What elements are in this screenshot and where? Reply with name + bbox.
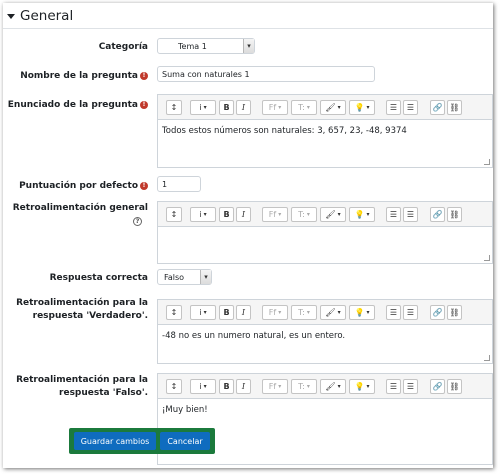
font-color-icon[interactable]: 🖌 ▾: [320, 207, 346, 222]
bullet-list-icon[interactable]: ☰: [386, 100, 401, 115]
resize-handle-icon[interactable]: [484, 255, 490, 261]
section-divider: [3, 28, 493, 29]
chevron-down-icon: ▾: [243, 39, 254, 53]
unlink-icon[interactable]: ⛓: [447, 100, 462, 115]
editor-content[interactable]: -48 no es un numero natural, es un enter…: [158, 325, 492, 347]
highlight-icon[interactable]: 💡 ▾: [349, 100, 375, 115]
bullet-list-icon[interactable]: ☰: [386, 305, 401, 320]
font-family-icon[interactable]: Ff ▾: [262, 305, 288, 320]
feedback-true-editor[interactable]: ↕ i ▾ B I Ff ▾ T: ▾ 🖌 ▾ 💡 ▾ ☰ ☰ 🔗 ⛓ -48 no es…: [157, 299, 493, 364]
action-buttons-highlight: Guardar cambios Cancelar: [69, 428, 215, 454]
font-family-icon[interactable]: Ff ▾: [262, 207, 288, 222]
bold-icon[interactable]: B: [219, 100, 234, 115]
numbered-list-icon[interactable]: ☰: [403, 207, 418, 222]
numbered-list-icon[interactable]: ☰: [403, 379, 418, 394]
link-icon[interactable]: 🔗: [430, 379, 445, 394]
info-icon[interactable]: i ▾: [190, 305, 216, 320]
required-icon: !: [140, 71, 148, 80]
font-color-icon[interactable]: 🖌 ▾: [320, 100, 346, 115]
save-button[interactable]: Guardar cambios: [74, 432, 156, 450]
collapse-icon[interactable]: ↕: [166, 100, 182, 115]
help-icon[interactable]: ?: [133, 217, 142, 226]
font-color-icon[interactable]: 🖌 ▾: [320, 305, 346, 320]
correct-answer-label: Respuesta correcta: [49, 273, 148, 283]
collapse-icon[interactable]: ↕: [166, 207, 182, 222]
font-size-icon[interactable]: T: ▾: [291, 207, 317, 222]
font-size-icon[interactable]: T: ▾: [291, 305, 317, 320]
category-label: Categoría: [98, 42, 148, 52]
editor-content[interactable]: [158, 227, 492, 239]
link-icon[interactable]: 🔗: [430, 305, 445, 320]
editor-toolbar: ↕ i ▾ B I Ff ▾ T: ▾ 🖌 ▾ 💡 ▾ ☰ ☰ 🔗 ⛓: [158, 202, 492, 227]
bold-icon[interactable]: B: [219, 379, 234, 394]
general-feedback-editor[interactable]: ↕ i ▾ B I Ff ▾ T: ▾ 🖌 ▾ 💡 ▾ ☰ ☰ 🔗 ⛓: [157, 201, 493, 264]
correct-answer-select[interactable]: Falso ▾: [157, 269, 212, 285]
default-mark-label: Puntuación por defecto!: [19, 180, 148, 193]
form-panel: General Categoría Tema 1 ▾ Nombre de la …: [3, 3, 493, 468]
unlink-icon[interactable]: ⛓: [447, 305, 462, 320]
italic-icon[interactable]: I: [236, 379, 251, 394]
category-value: Tema 1: [178, 41, 207, 51]
category-select[interactable]: Tema 1 ▾: [157, 38, 255, 54]
font-color-icon[interactable]: 🖌 ▾: [320, 379, 346, 394]
default-mark-input[interactable]: 1: [157, 176, 201, 192]
required-icon: !: [140, 181, 148, 190]
link-icon[interactable]: 🔗: [430, 100, 445, 115]
section-title: General: [20, 8, 74, 24]
editor-content[interactable]: Todos estos números son naturales: 3, 65…: [158, 120, 492, 142]
feedback-true-label: Retroalimentación para la respuesta 'Verd…: [16, 298, 148, 321]
collapse-icon[interactable]: ↕: [166, 305, 182, 320]
italic-icon[interactable]: I: [236, 100, 251, 115]
general-feedback-label: Retroalimentación general: [12, 203, 148, 213]
collapse-caret-icon[interactable]: [7, 13, 15, 19]
question-text-editor[interactable]: ↕ i ▾ B I Ff ▾ T: ▾ 🖌 ▾ 💡 ▾ ☰ ☰ 🔗 ⛓ Todos est…: [157, 94, 493, 168]
italic-icon[interactable]: I: [236, 207, 251, 222]
unlink-icon[interactable]: ⛓: [447, 379, 462, 394]
correct-answer-value: Falso: [164, 272, 185, 282]
editor-content[interactable]: ¡Muy bien!: [158, 399, 492, 421]
italic-icon[interactable]: I: [236, 305, 251, 320]
bold-icon[interactable]: B: [219, 305, 234, 320]
cancel-button[interactable]: Cancelar: [160, 432, 210, 450]
highlight-icon[interactable]: 💡 ▾: [349, 305, 375, 320]
editor-toolbar: ↕ i ▾ B I Ff ▾ T: ▾ 🖌 ▾ 💡 ▾ ☰ ☰ 🔗 ⛓: [158, 374, 492, 399]
section-header-general[interactable]: General: [7, 6, 73, 26]
numbered-list-icon[interactable]: ☰: [403, 305, 418, 320]
info-icon[interactable]: i ▾: [190, 100, 216, 115]
unlink-icon[interactable]: ⛓: [447, 207, 462, 222]
feedback-false-label: Retroalimentación para la respuesta 'Fals…: [16, 375, 148, 398]
question-name-input[interactable]: Suma con naturales 1: [157, 66, 375, 82]
font-family-icon[interactable]: Ff ▾: [262, 100, 288, 115]
resize-handle-icon[interactable]: [484, 159, 490, 165]
highlight-icon[interactable]: 💡 ▾: [349, 207, 375, 222]
font-size-icon[interactable]: T: ▾: [291, 379, 317, 394]
collapse-icon[interactable]: ↕: [166, 379, 182, 394]
font-size-icon[interactable]: T: ▾: [291, 100, 317, 115]
bullet-list-icon[interactable]: ☰: [386, 207, 401, 222]
link-icon[interactable]: 🔗: [430, 207, 445, 222]
font-family-icon[interactable]: Ff ▾: [262, 379, 288, 394]
resize-handle-icon[interactable]: [484, 355, 490, 361]
chevron-down-icon: ▾: [200, 270, 211, 284]
highlight-icon[interactable]: 💡 ▾: [349, 379, 375, 394]
editor-toolbar: ↕ i ▾ B I Ff ▾ T: ▾ 🖌 ▾ 💡 ▾ ☰ ☰ 🔗 ⛓: [158, 300, 492, 325]
question-name-label: Nombre de la pregunta!: [20, 70, 148, 83]
bold-icon[interactable]: B: [219, 207, 234, 222]
numbered-list-icon[interactable]: ☰: [403, 100, 418, 115]
required-icon: !: [140, 100, 148, 109]
editor-toolbar: ↕ i ▾ B I Ff ▾ T: ▾ 🖌 ▾ 💡 ▾ ☰ ☰ 🔗 ⛓: [158, 95, 492, 120]
bullet-list-icon[interactable]: ☰: [386, 379, 401, 394]
info-icon[interactable]: i ▾: [190, 379, 216, 394]
info-icon[interactable]: i ▾: [190, 207, 216, 222]
question-text-label: Enunciado de la pregunta!: [8, 99, 148, 112]
